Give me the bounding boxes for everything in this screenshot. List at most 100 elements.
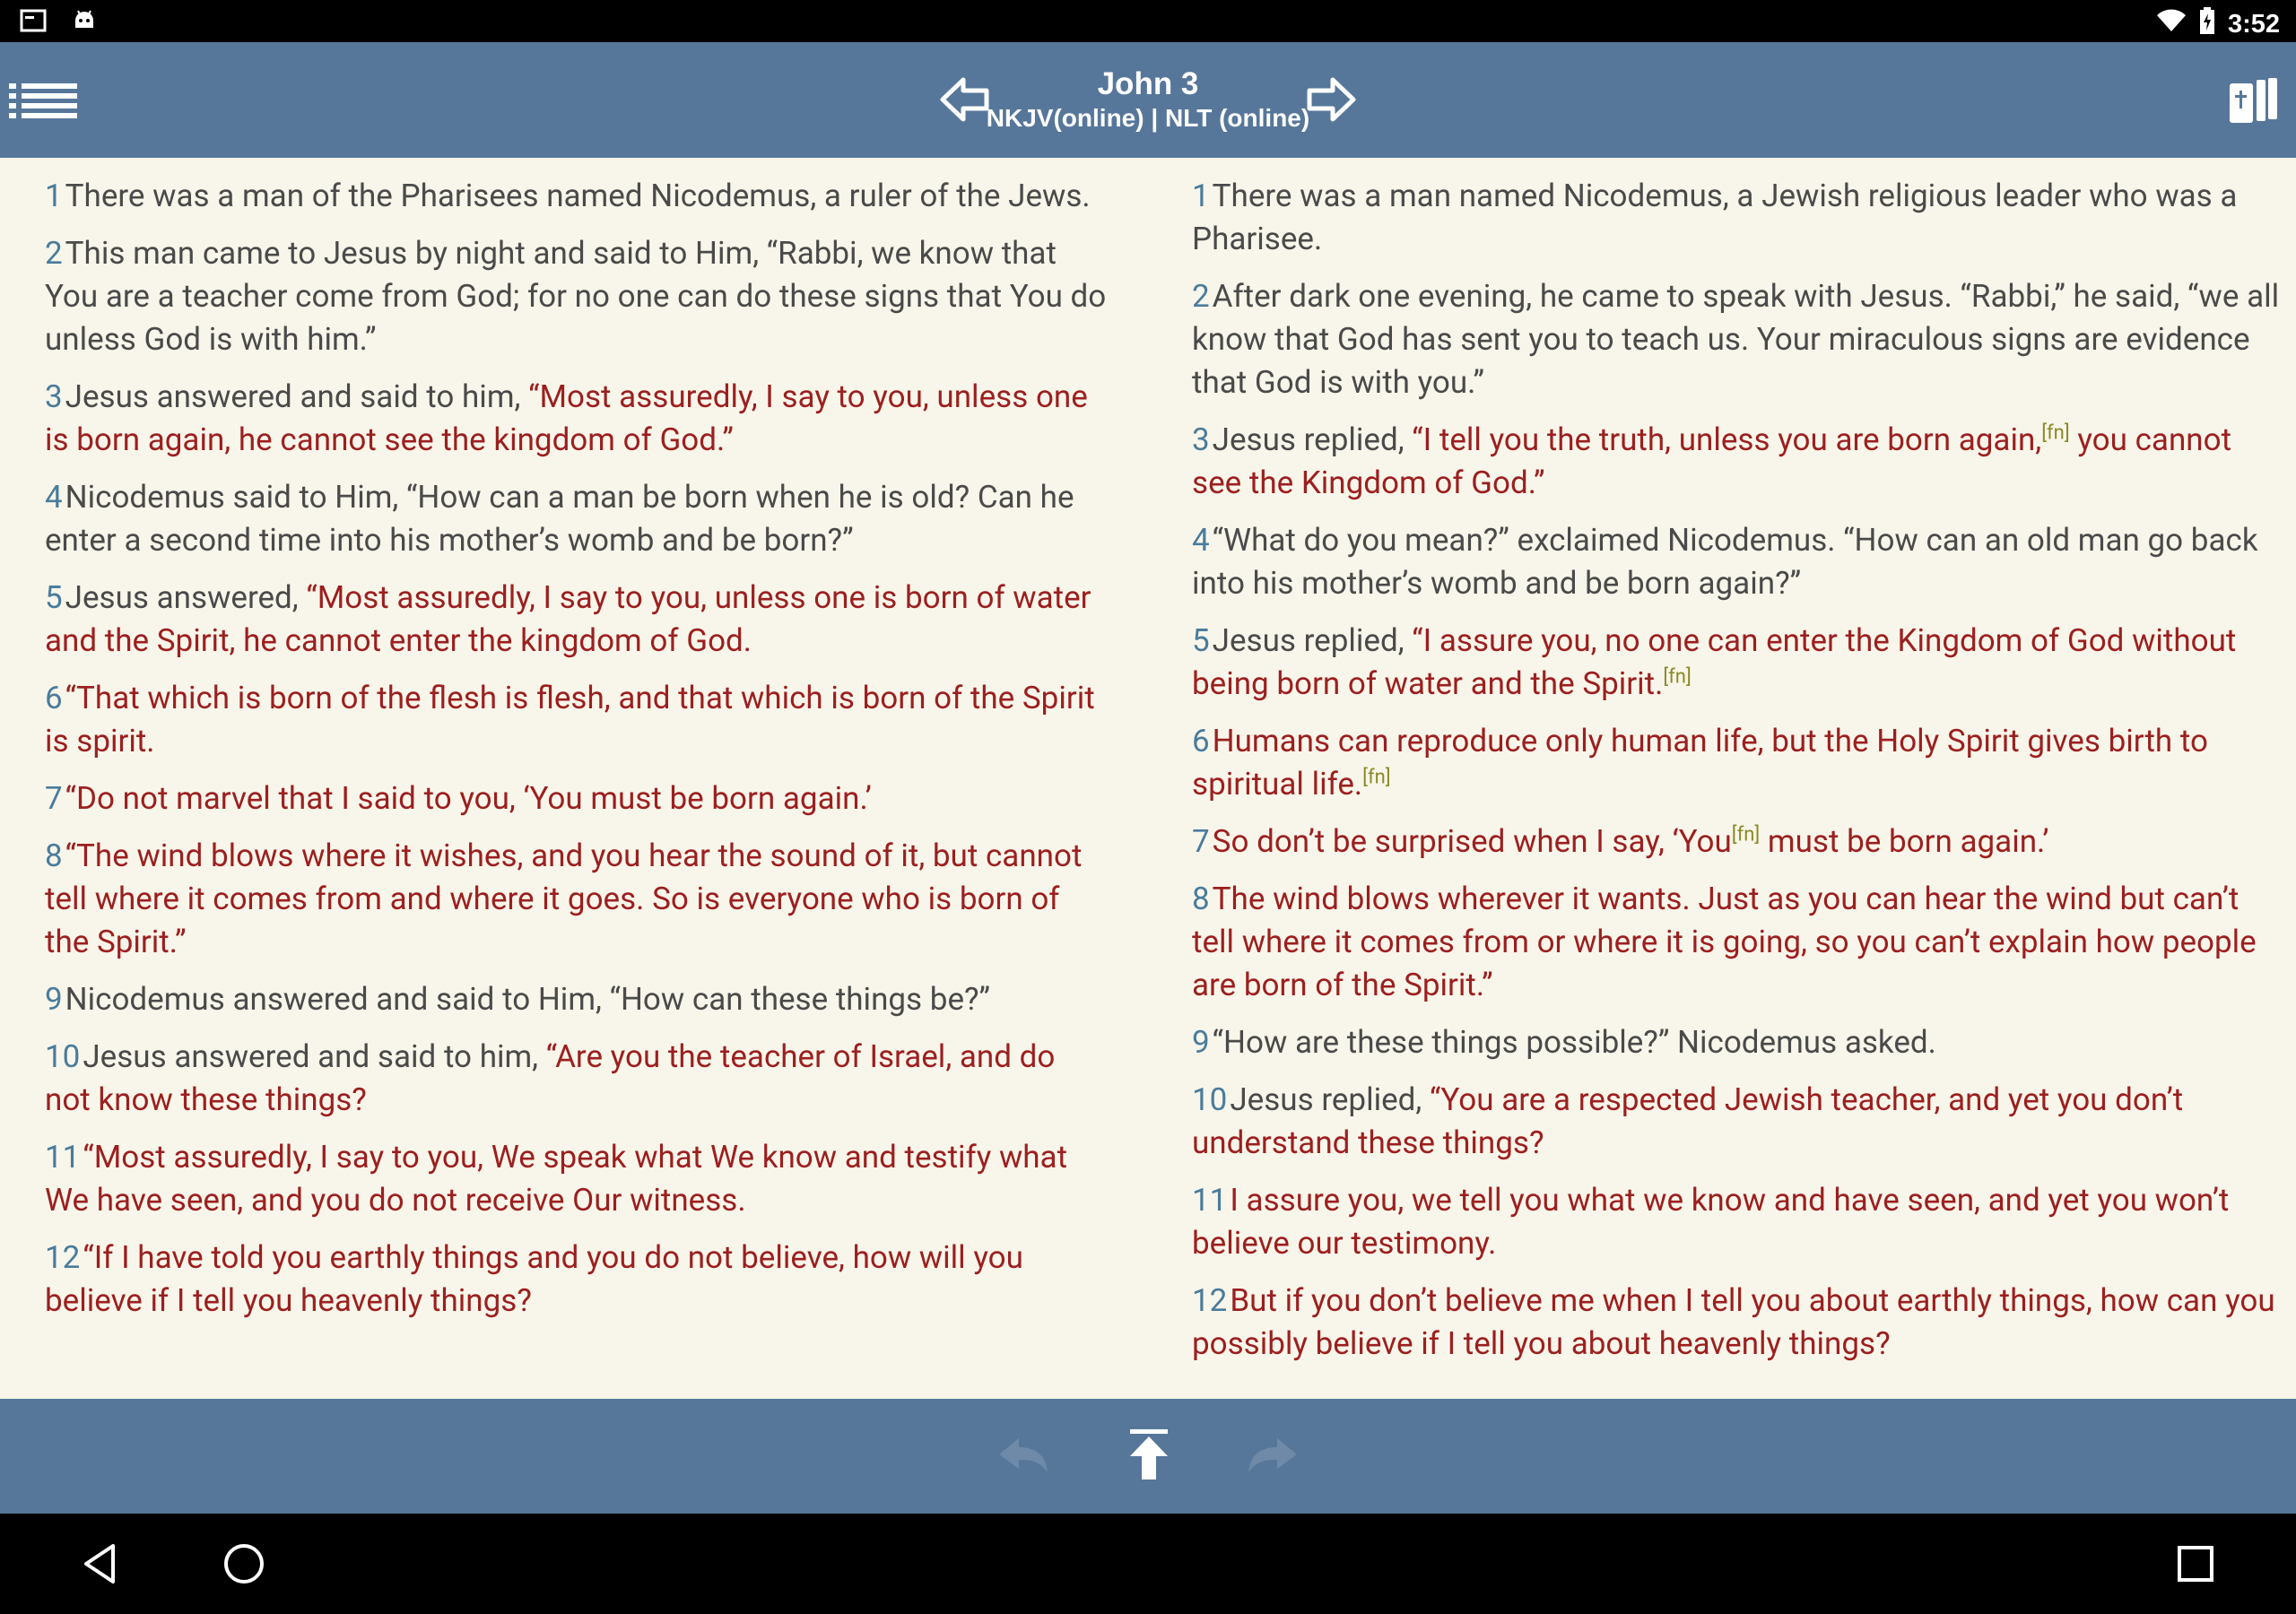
verse[interactable]: 11“Most assuredly, I say to you, We spea… (45, 1136, 1108, 1222)
verse[interactable]: 9“How are these things possible?” Nicode… (1192, 1021, 2282, 1064)
verse-number[interactable]: 3 (45, 378, 63, 415)
wifi-icon (2156, 8, 2187, 40)
verse-number[interactable]: 4 (45, 479, 63, 516)
verse[interactable]: 10Jesus replied, “You are a respected Je… (1192, 1079, 2282, 1165)
verse[interactable]: 5Jesus answered, “Most assuredly, I say … (45, 577, 1108, 663)
verse[interactable]: 5Jesus replied, “I assure you, no one ca… (1192, 620, 2282, 706)
footnote-marker[interactable]: [fn] (1732, 823, 1760, 846)
verse[interactable]: 4Nicodemus said to Him, “How can a man b… (45, 476, 1108, 562)
verse-number[interactable]: 6 (45, 680, 63, 716)
nav-home-icon[interactable] (219, 1539, 269, 1589)
status-bar: 3:52 (0, 0, 2296, 42)
verse-number[interactable]: 4 (1192, 522, 1210, 559)
words-of-jesus-text: I assure you, we tell you what we know a… (1192, 1182, 2230, 1262)
nkjv-column: 1There was a man of the Pharisees named … (45, 175, 1108, 1337)
verse-number[interactable]: 9 (45, 981, 63, 1018)
verse-number[interactable]: 10 (45, 1038, 80, 1075)
verse-number[interactable]: 2 (1192, 278, 1210, 315)
words-of-jesus-text: So don’t be surprised when I say, ‘You (1212, 823, 1732, 860)
verse[interactable]: 4“What do you mean?” exclaimed Nicodemus… (1192, 519, 2282, 605)
verse-number[interactable]: 9 (1192, 1024, 1210, 1061)
history-forward-icon[interactable] (1245, 1433, 1300, 1478)
verse[interactable]: 10Jesus answered and said to him, “Are y… (45, 1036, 1108, 1122)
verse-number[interactable]: 3 (1192, 421, 1210, 458)
verse[interactable]: 6“That which is born of the flesh is fle… (45, 677, 1108, 763)
verse[interactable]: 7“Do not marvel that I said to you, ‘You… (45, 777, 1108, 820)
verse-text: Nicodemus said to Him, “How can a man be… (45, 479, 1074, 559)
verse[interactable]: 6Humans can reproduce only human life, b… (1192, 720, 2282, 806)
verse[interactable]: 11I assure you, we tell you what we know… (1192, 1179, 2282, 1265)
verse-text: Jesus answered and said to him, (65, 378, 529, 415)
chapter-title[interactable]: John 3 (969, 65, 1327, 103)
nav-back-icon[interactable] (77, 1539, 127, 1589)
verse-text: There was a man named Nicodemus, a Jewis… (1192, 178, 2238, 257)
verse[interactable]: 1There was a man of the Pharisees named … (45, 175, 1108, 218)
history-back-icon[interactable] (996, 1433, 1051, 1478)
nlt-column: 1There was a man named Nicodemus, a Jewi… (1192, 175, 2282, 1380)
verse-number[interactable]: 6 (1192, 723, 1210, 759)
words-of-jesus-text: “Do not marvel that I said to you, ‘You … (65, 780, 872, 817)
verse[interactable]: 2This man came to Jesus by night and sai… (45, 232, 1108, 361)
system-nav-bar (0, 1514, 2296, 1614)
verse-number[interactable]: 8 (1192, 881, 1210, 917)
verse[interactable]: 7So don’t be surprised when I say, ‘You[… (1192, 820, 2282, 863)
words-of-jesus-text: “I tell you the truth, unless you are bo… (1412, 421, 2042, 458)
verse[interactable]: 12“If I have told you earthly things and… (45, 1237, 1108, 1323)
footnote-marker[interactable]: [fn] (1362, 766, 1390, 788)
chapter-title-block[interactable]: John 3 NKJV(online) | NLT (online) (969, 65, 1327, 134)
verse-number[interactable]: 5 (1192, 622, 1210, 659)
verse-number[interactable]: 11 (45, 1139, 80, 1176)
verse[interactable]: 8The wind blows wherever it wants. Just … (1192, 878, 2282, 1007)
verse-text: Jesus answered, (65, 579, 307, 616)
verse-text: Jesus replied, (1212, 622, 1413, 659)
verse-number[interactable]: 1 (1192, 178, 1210, 214)
words-of-jesus-text: Humans can reproduce only human life, bu… (1192, 723, 2208, 803)
bible-books-icon[interactable] (2226, 74, 2283, 128)
verse[interactable]: 8“The wind blows where it wishes, and yo… (45, 835, 1108, 964)
words-of-jesus-text: must be born again.’ (1760, 823, 2049, 860)
words-of-jesus-text: “Most assuredly, I say to you, We speak … (45, 1139, 1068, 1219)
verse[interactable]: 1There was a man named Nicodemus, a Jewi… (1192, 175, 2282, 261)
verse-number[interactable]: 12 (1192, 1282, 1227, 1319)
battery-charging-icon (2199, 7, 2215, 41)
words-of-jesus-text: But if you don’t believe me when I tell … (1192, 1282, 2275, 1362)
words-of-jesus-text: “The wind blows where it wishes, and you… (45, 837, 1083, 960)
nav-recents-icon[interactable] (2170, 1539, 2221, 1589)
verse-number[interactable]: 5 (45, 579, 63, 616)
verse-number[interactable]: 8 (45, 837, 63, 874)
footnote-marker[interactable]: [fn] (1663, 665, 1691, 688)
verse-number[interactable]: 2 (45, 235, 63, 272)
verse[interactable]: 9Nicodemus answered and said to Him, “Ho… (45, 978, 1108, 1021)
verse-number[interactable]: 12 (45, 1239, 80, 1276)
verse-text: Jesus answered and said to him, (83, 1038, 546, 1075)
verse-text: This man came to Jesus by night and said… (45, 235, 1107, 358)
words-of-jesus-text: The wind blows wherever it wants. Just a… (1192, 881, 2257, 1003)
verse-number[interactable]: 1 (45, 178, 63, 214)
verse-text: Jesus replied, (1230, 1081, 1430, 1118)
screenshot-icon (20, 8, 47, 37)
verse-text: “What do you mean?” exclaimed Nicodemus.… (1192, 522, 2258, 602)
menu-list-icon[interactable] (7, 80, 81, 121)
verse[interactable]: 2After dark one evening, he came to spea… (1192, 275, 2282, 404)
verse-text: After dark one evening, he came to speak… (1192, 278, 2280, 401)
verse[interactable]: 3Jesus replied, “I tell you the truth, u… (1192, 419, 2282, 505)
verse-text: Jesus replied, (1212, 421, 1413, 458)
verse-number[interactable]: 10 (1192, 1081, 1227, 1118)
android-icon (72, 8, 97, 37)
scroll-to-top-icon[interactable] (1123, 1427, 1175, 1483)
verse-number[interactable]: 7 (45, 780, 63, 817)
footnote-marker[interactable]: [fn] (2041, 421, 2069, 444)
arrow-right-icon[interactable] (1306, 76, 1356, 123)
verse[interactable]: 3Jesus answered and said to him, “Most a… (45, 376, 1108, 462)
verse-text: There was a man of the Pharisees named N… (65, 178, 1091, 214)
translations-subtitle[interactable]: NKJV(online) | NLT (online) (969, 103, 1327, 134)
verse-text: “How are these things possible?” Nicodem… (1212, 1024, 1936, 1061)
verse[interactable]: 12But if you don’t believe me when I tel… (1192, 1280, 2282, 1366)
verse-text: Nicodemus answered and said to Him, “How… (65, 981, 991, 1018)
clock-text: 3:52 (2227, 9, 2280, 39)
words-of-jesus-text: “If I have told you earthly things and y… (45, 1239, 1023, 1319)
verse-number[interactable]: 7 (1192, 823, 1210, 860)
words-of-jesus-text: “That which is born of the flesh is fles… (45, 680, 1095, 759)
app-bar: John 3 NKJV(online) | NLT (online) (0, 42, 2296, 158)
verse-number[interactable]: 11 (1192, 1182, 1227, 1219)
